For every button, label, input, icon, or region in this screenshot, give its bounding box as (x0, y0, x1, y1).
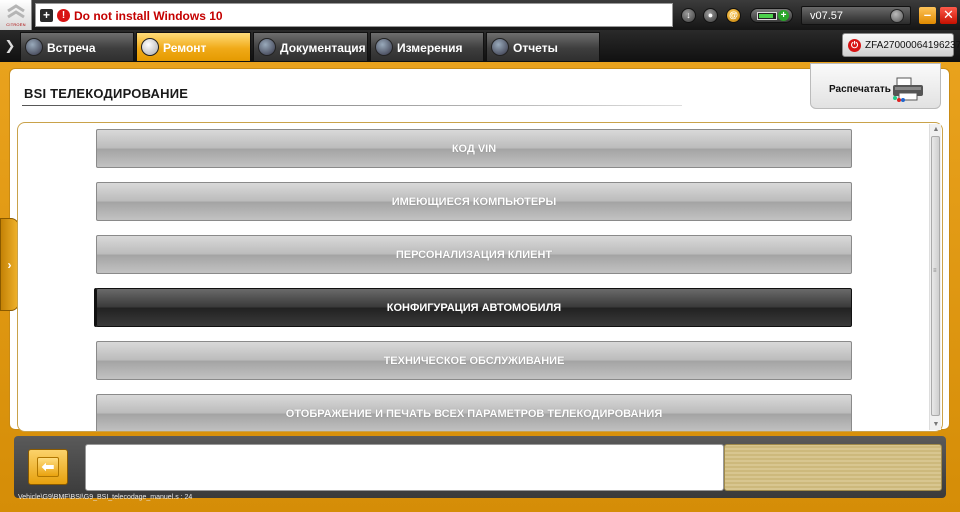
expand-plus-icon[interactable]: + (40, 9, 53, 22)
print-button[interactable]: Распечатать (810, 63, 941, 109)
tab-label: Измерения (397, 41, 463, 55)
repair-magnifier-icon (141, 38, 159, 56)
tab-meeting[interactable]: Встреча (20, 32, 134, 61)
close-button[interactable]: ✕ (940, 7, 957, 24)
tab-label: Документация (280, 41, 366, 55)
tab-label: Ремонт (163, 41, 207, 55)
tab-documentation[interactable]: Документация (253, 32, 368, 61)
menu-item-vin-code[interactable]: КОД VIN (96, 129, 852, 168)
tab-bar: ❯ Встреча Ремонт Документация Измерения … (0, 30, 960, 62)
tab-label: Встреча (47, 41, 96, 55)
status-field (85, 444, 724, 491)
brand-logo: CITROËN (0, 0, 32, 30)
page-title: BSI ТЕЛЕКОДИРОВАНИЕ (24, 86, 189, 101)
grip-icon: ≡ (933, 268, 937, 274)
tab-measurements[interactable]: Измерения (370, 32, 484, 61)
measurement-icon (375, 38, 393, 56)
tab-reports[interactable]: Отчеты (486, 32, 600, 61)
documentation-icon (258, 38, 276, 56)
menu-list: КОД VIN ИМЕЮЩИЕСЯ КОМПЬЮТЕРЫ ПЕРСОНАЛИЗА… (17, 122, 943, 432)
brand-name: CITROËN (6, 22, 26, 27)
chevrons-logo-icon (7, 4, 25, 19)
battery-plus-icon: + (778, 10, 789, 21)
chevron-down-icon[interactable]: ❯ (2, 36, 18, 56)
title-bar: CITROËN + ! Do not install Windows 10 ↓ … (0, 0, 960, 30)
meeting-icon (25, 38, 43, 56)
vehicle-vin-box[interactable]: ⏻ ZFA27000064196237 (842, 33, 960, 57)
notification-text: Do not install Windows 10 (74, 9, 223, 23)
battery-icon (757, 12, 777, 20)
menu-item-vehicle-configuration[interactable]: КОНФИГУРАЦИЯ АВТОМОБИЛЯ (96, 288, 852, 327)
alert-icon: ! (57, 9, 70, 22)
minimize-button[interactable]: – (919, 7, 936, 24)
reports-icon (491, 38, 509, 56)
email-icon[interactable]: @ (726, 8, 741, 23)
vin-text: ZFA27000064196237 (865, 40, 960, 51)
battery-status: + (750, 8, 793, 23)
title-divider (22, 105, 682, 106)
notification-box[interactable]: + ! Do not install Windows 10 (35, 3, 673, 27)
print-label: Распечатать (829, 84, 891, 95)
version-display: v07.57 (801, 6, 911, 25)
script-path: Vehicle\G9\BMF\BSI\G9_BSI_telecodage_man… (18, 494, 193, 501)
vertical-scrollbar[interactable]: ▲ ≡ ▼ (929, 124, 941, 430)
back-button[interactable]: ⬅ (28, 449, 68, 485)
download-icon[interactable]: ↓ (681, 8, 696, 23)
power-icon: ⏻ (848, 39, 861, 52)
printer-icon (893, 77, 923, 102)
tab-repair[interactable]: Ремонт (136, 32, 251, 61)
menu-item-maintenance[interactable]: ТЕХНИЧЕСКОЕ ОБСЛУЖИВАНИЕ (96, 341, 852, 380)
scroll-up-arrow-icon[interactable]: ▲ (930, 124, 942, 135)
version-gauge-icon[interactable] (890, 9, 904, 23)
version-label: v07.57 (810, 10, 844, 22)
scroll-thumb[interactable]: ≡ (931, 136, 940, 416)
back-arrow-icon: ⬅ (37, 457, 59, 477)
status-panel (724, 444, 942, 491)
user-icon[interactable]: ● (703, 8, 718, 23)
menu-item-display-print-all-parameters[interactable]: ОТОБРАЖЕНИЕ И ПЕЧАТЬ ВСЕХ ПАРАМЕТРОВ ТЕЛ… (96, 394, 852, 431)
scroll-down-arrow-icon[interactable]: ▼ (930, 419, 942, 430)
tab-label: Отчеты (513, 41, 558, 55)
menu-item-available-computers[interactable]: ИМЕЮЩИЕСЯ КОМПЬЮТЕРЫ (96, 182, 852, 221)
menu-item-customer-personalization[interactable]: ПЕРСОНАЛИЗАЦИЯ КЛИЕНТ (96, 235, 852, 274)
